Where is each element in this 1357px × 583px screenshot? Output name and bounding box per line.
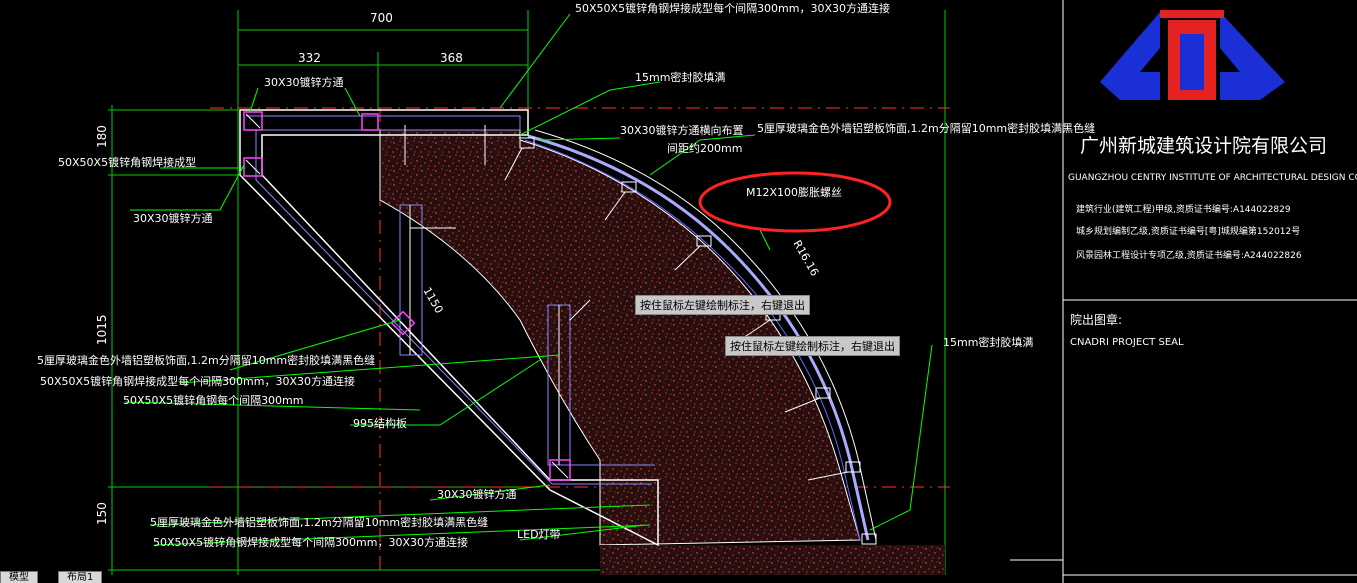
note-panel-mid-3: 50X50X5镀锌角钢每个间隔300mm xyxy=(123,393,304,407)
company-name-en: GUANGZHOU CENTRY INSTITUTE OF ARCHITECTU… xyxy=(1068,173,1357,183)
company-name-cn: 广州新城建筑设计院有限公司 xyxy=(1080,135,1327,157)
license-1: 建筑行业(建筑工程)甲级,资质证书编号:A144022829 xyxy=(1076,203,1291,215)
cad-viewport[interactable]: 700 332 368 180 1015 150 50X50X5镀锌角钢焊接成型… xyxy=(0,0,1357,583)
dim-top-right: 368 xyxy=(440,51,463,65)
cad-drawing[interactable]: 700 332 368 180 1015 150 50X50X5镀锌角钢焊接成型… xyxy=(0,0,1357,583)
note-panel-bottom-2: 50X50X5镀锌角钢焊接成型每个间隔300mm，30X30方通连接 xyxy=(153,535,468,549)
note-seal-right: 15mm密封胶填满 xyxy=(943,335,1033,349)
note-panel-mid-1: 5厘厚玻璃金色外墙铝塑板饰面,1.2m分隔留10mm密封胶填满黑色缝 xyxy=(37,353,375,367)
note-seal-top: 15mm密封胶填满 xyxy=(635,70,725,84)
note-panel-mid-2: 50X50X5镀锌角钢焊接成型每个间隔300mm，30X30方通连接 xyxy=(40,374,355,388)
note-tube-left: 30X30镀锌方通 xyxy=(133,211,213,225)
license-3: 风景园林工程设计专项乙级,资质证书编号:A244022826 xyxy=(1076,249,1302,261)
note-top: 50X50X5镀锌角钢焊接成型每个间隔300mm，30X30方通连接 xyxy=(575,1,890,15)
tab-model[interactable]: 模型 xyxy=(0,571,38,583)
cursor-tooltip-2: 按住鼠标左键绘制标注，右键退出 xyxy=(725,336,900,356)
layout-tabs: 模型 布局1 xyxy=(0,571,300,583)
tab-layout1[interactable]: 布局1 xyxy=(58,571,103,583)
cursor-tooltip-1: 按住鼠标左键绘制标注，右键退出 xyxy=(635,295,810,315)
note-angle-left: 50X50X5镀锌角钢焊接成型 xyxy=(58,155,196,169)
note-radius: R16.16 xyxy=(790,238,821,278)
highlight-circle xyxy=(698,171,892,233)
note-spacing: 间距约200mm xyxy=(667,142,742,155)
dim-side-150: 150 xyxy=(95,502,109,525)
note-panel-bottom-1: 5厘厚玻璃金色外墙铝塑板饰面,1.2m分隔留10mm密封胶填满黑色缝 xyxy=(150,515,488,529)
seal-title-cn: 院出图章: xyxy=(1070,312,1122,327)
note-tube-top: 30X30镀锌方通 xyxy=(264,75,344,89)
license-2: 城乡规划编制乙级,资质证书编号[粤]城规编第152012号 xyxy=(1076,225,1300,237)
note-tube-direction: 30X30镀锌方通横向布置 xyxy=(620,123,744,137)
note-panel-top: 5厘厚玻璃金色外墙铝塑板饰面,1.2m分隔留10mm密封胶填满黑色缝 xyxy=(757,121,1095,135)
dim-top-total: 700 xyxy=(370,11,393,25)
dim-side-180: 180 xyxy=(95,125,109,148)
concrete-base xyxy=(600,545,945,575)
note-led: LED灯带 xyxy=(517,528,561,541)
note-dim-1150: 1150 xyxy=(420,285,445,316)
dim-top-left: 332 xyxy=(298,51,321,65)
dim-side-1015: 1015 xyxy=(95,314,109,345)
seal-title-en: CNADRI PROJECT SEAL xyxy=(1070,337,1184,348)
note-board-995: 995结构板 xyxy=(353,416,407,430)
note-tube-bottom: 30X30镀锌方通 xyxy=(437,487,517,501)
note-bolt: M12X100膨胀螺丝 xyxy=(746,185,842,199)
company-logo xyxy=(1100,10,1285,100)
